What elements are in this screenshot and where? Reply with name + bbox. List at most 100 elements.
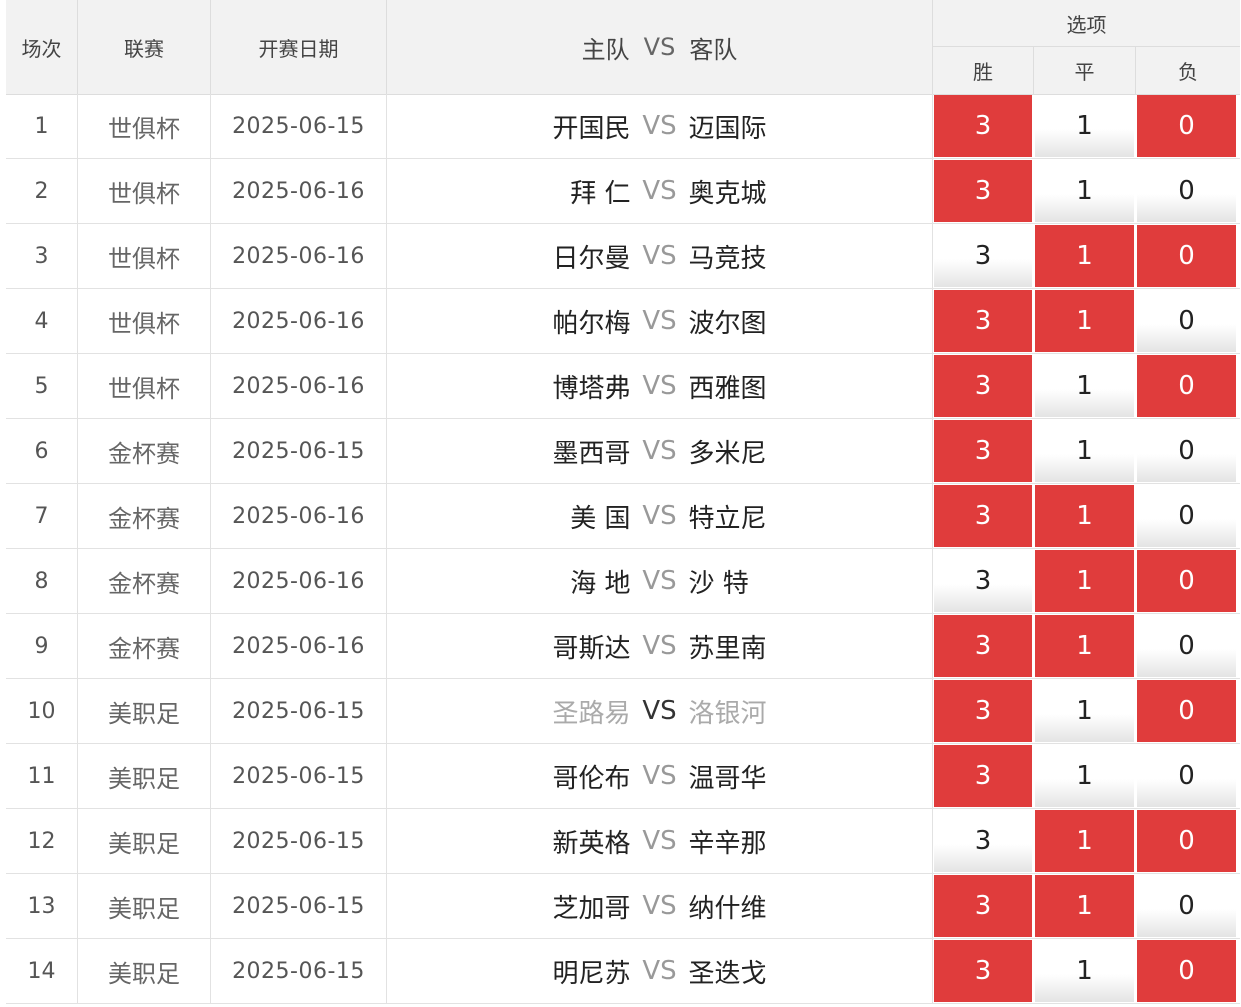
league-name: 美职足 bbox=[78, 679, 211, 743]
option-loss-button[interactable]: 0 bbox=[1137, 485, 1236, 547]
option-draw-button[interactable]: 1 bbox=[1035, 485, 1134, 547]
away-team: 温哥华 bbox=[688, 763, 767, 794]
option-win-button[interactable]: 3 bbox=[934, 550, 1032, 612]
away-team: 马竞技 bbox=[688, 243, 767, 274]
option-win-button[interactable]: 3 bbox=[934, 225, 1032, 287]
home-team: 拜 仁 bbox=[570, 178, 631, 209]
option-loss-button[interactable]: 0 bbox=[1137, 355, 1236, 417]
match-date: 2025-06-15 bbox=[211, 874, 387, 938]
option-draw-button[interactable]: 1 bbox=[1035, 420, 1134, 482]
vs-label: VS bbox=[642, 826, 677, 856]
match-index: 11 bbox=[6, 744, 78, 808]
match-index: 14 bbox=[6, 939, 78, 1003]
match-date: 2025-06-15 bbox=[211, 939, 387, 1003]
away-team: 圣迭戈 bbox=[688, 958, 767, 989]
option-win-button[interactable]: 3 bbox=[934, 875, 1032, 937]
option-draw-button[interactable]: 1 bbox=[1035, 550, 1134, 612]
home-team: 哥伦布 bbox=[552, 763, 631, 794]
home-team: 哥斯达 bbox=[552, 633, 631, 664]
option-win-button[interactable]: 3 bbox=[934, 615, 1032, 677]
option-draw-button[interactable]: 1 bbox=[1035, 290, 1134, 352]
option-loss-button[interactable]: 0 bbox=[1137, 875, 1236, 937]
option-win-button[interactable]: 3 bbox=[934, 160, 1032, 222]
option-draw-button[interactable]: 1 bbox=[1035, 940, 1134, 1002]
option-loss-button[interactable]: 0 bbox=[1137, 680, 1236, 742]
match-teams: 哥斯达 VS 苏里南 bbox=[387, 614, 933, 678]
league-name: 金杯赛 bbox=[78, 549, 211, 613]
option-win-button[interactable]: 3 bbox=[934, 420, 1032, 482]
option-draw-button[interactable]: 1 bbox=[1035, 160, 1134, 222]
away-team: 辛辛那 bbox=[688, 828, 767, 859]
option-loss-button[interactable]: 0 bbox=[1137, 225, 1236, 287]
header-match: 主队 VS 客队 bbox=[387, 0, 933, 94]
option-loss-button[interactable]: 0 bbox=[1137, 615, 1236, 677]
vs-label: VS bbox=[642, 696, 677, 726]
option-win-button[interactable]: 3 bbox=[934, 485, 1032, 547]
option-win-button[interactable]: 3 bbox=[934, 680, 1032, 742]
option-win-button[interactable]: 3 bbox=[934, 745, 1032, 807]
option-draw-button[interactable]: 1 bbox=[1035, 95, 1134, 157]
match-teams: 哥伦布 VS 温哥华 bbox=[387, 744, 933, 808]
option-loss-button[interactable]: 0 bbox=[1137, 550, 1236, 612]
league-name: 世俱杯 bbox=[78, 159, 211, 223]
option-loss-button[interactable]: 0 bbox=[1137, 95, 1236, 157]
match-date: 2025-06-16 bbox=[211, 159, 387, 223]
match-teams: 开国民 VS 迈国际 bbox=[387, 94, 933, 158]
match-teams: 日尔曼 VS 马竞技 bbox=[387, 224, 933, 288]
table-row: 11 美职足 2025-06-15 哥伦布 VS 温哥华 3 1 0 bbox=[6, 744, 1240, 809]
match-index: 4 bbox=[6, 289, 78, 353]
league-name: 美职足 bbox=[78, 809, 211, 873]
header-options: 选项 胜 平 负 bbox=[933, 0, 1240, 94]
match-teams: 美 国 VS 特立尼 bbox=[387, 484, 933, 548]
option-win-button[interactable]: 3 bbox=[934, 95, 1032, 157]
home-team: 芝加哥 bbox=[552, 893, 631, 924]
table-row: 7 金杯赛 2025-06-16 美 国 VS 特立尼 3 1 0 bbox=[6, 484, 1240, 549]
header-away: 客队 bbox=[689, 35, 738, 64]
option-draw-button[interactable]: 1 bbox=[1035, 225, 1134, 287]
table-row: 14 美职足 2025-06-15 明尼苏 VS 圣迭戈 3 1 0 bbox=[6, 939, 1240, 1004]
match-date: 2025-06-16 bbox=[211, 289, 387, 353]
option-draw-button[interactable]: 1 bbox=[1035, 875, 1134, 937]
match-date: 2025-06-15 bbox=[211, 679, 387, 743]
match-date: 2025-06-16 bbox=[211, 549, 387, 613]
match-teams: 海 地 VS 沙 特 bbox=[387, 549, 933, 613]
vs-label: VS bbox=[642, 566, 677, 596]
option-win-button[interactable]: 3 bbox=[934, 810, 1032, 872]
away-team: 特立尼 bbox=[688, 503, 767, 534]
table-row: 4 世俱杯 2025-06-16 帕尔梅 VS 波尔图 3 1 0 bbox=[6, 289, 1240, 354]
match-teams: 博塔弗 VS 西雅图 bbox=[387, 354, 933, 418]
league-name: 美职足 bbox=[78, 939, 211, 1003]
match-teams: 明尼苏 VS 圣迭戈 bbox=[387, 939, 933, 1003]
league-name: 世俱杯 bbox=[78, 354, 211, 418]
header-date: 开赛日期 bbox=[211, 0, 387, 94]
header-loss: 负 bbox=[1178, 59, 1198, 84]
option-loss-button[interactable]: 0 bbox=[1137, 940, 1236, 1002]
home-team: 博塔弗 bbox=[552, 373, 631, 404]
option-win-button[interactable]: 3 bbox=[934, 290, 1032, 352]
table-row: 2 世俱杯 2025-06-16 拜 仁 VS 奥克城 3 1 0 bbox=[6, 159, 1240, 224]
option-win-button[interactable]: 3 bbox=[934, 940, 1032, 1002]
option-draw-button[interactable]: 1 bbox=[1035, 745, 1134, 807]
header-vs: VS bbox=[643, 33, 676, 61]
option-loss-button[interactable]: 0 bbox=[1137, 160, 1236, 222]
header-win: 胜 bbox=[933, 46, 1034, 94]
away-team: 纳什维 bbox=[688, 893, 767, 924]
match-index: 6 bbox=[6, 419, 78, 483]
league-name: 美职足 bbox=[78, 744, 211, 808]
option-loss-button[interactable]: 0 bbox=[1137, 420, 1236, 482]
league-name: 世俱杯 bbox=[78, 94, 211, 158]
match-date: 2025-06-15 bbox=[211, 419, 387, 483]
option-loss-button[interactable]: 0 bbox=[1137, 810, 1236, 872]
option-draw-button[interactable]: 1 bbox=[1035, 615, 1134, 677]
option-draw-button[interactable]: 1 bbox=[1035, 680, 1134, 742]
option-draw-button[interactable]: 1 bbox=[1035, 810, 1134, 872]
match-date: 2025-06-16 bbox=[211, 224, 387, 288]
vs-label: VS bbox=[642, 436, 677, 466]
match-date: 2025-06-15 bbox=[211, 809, 387, 873]
option-loss-button[interactable]: 0 bbox=[1137, 290, 1236, 352]
option-loss-button[interactable]: 0 bbox=[1137, 745, 1236, 807]
option-win-button[interactable]: 3 bbox=[934, 355, 1032, 417]
header-home: 主队 bbox=[581, 35, 630, 64]
option-draw-button[interactable]: 1 bbox=[1035, 355, 1134, 417]
away-team: 沙 特 bbox=[688, 568, 749, 599]
